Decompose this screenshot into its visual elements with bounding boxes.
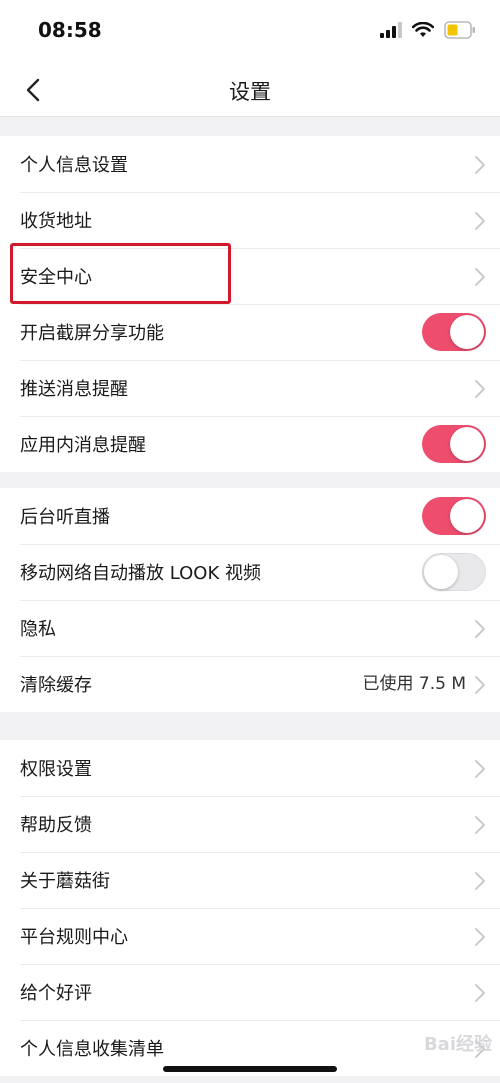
item-label: 移动网络自动播放 LOOK 视频	[20, 563, 261, 584]
chevron-right-icon	[475, 676, 485, 694]
chevron-right-icon	[475, 984, 485, 1002]
item-label: 隐私	[20, 619, 56, 640]
item-label: 个人信息设置	[20, 155, 128, 176]
help-feedback-item[interactable]: 帮助反馈	[0, 796, 500, 852]
chevron-right-icon	[475, 928, 485, 946]
item-label: 权限设置	[20, 759, 92, 780]
page-title: 设置	[229, 80, 271, 104]
item-label: 后台听直播	[20, 507, 110, 528]
push-notification-item[interactable]: 推送消息提醒	[0, 360, 500, 416]
status-bar: 08:58	[0, 0, 500, 64]
background-live-toggle[interactable]	[422, 497, 486, 535]
toggle-knob	[450, 499, 484, 533]
toggle-knob	[450, 315, 484, 349]
toggle-knob	[424, 555, 458, 589]
item-label: 个人信息收集清单	[20, 1039, 164, 1060]
about-item[interactable]: 关于蘑菇街	[0, 852, 500, 908]
watermark: Bai经验	[423, 1034, 492, 1055]
autoplay-look-video-toggle[interactable]	[422, 553, 486, 591]
item-label: 开启截屏分享功能	[20, 323, 164, 344]
status-icons	[380, 18, 476, 42]
platform-rules-item[interactable]: 平台规则中心	[0, 908, 500, 964]
item-label: 关于蘑菇街	[20, 871, 110, 892]
cellular-signal-icon	[380, 22, 402, 38]
chevron-right-icon	[475, 872, 485, 890]
settings-group-media: 后台听直播 移动网络自动播放 LOOK 视频 隐私 清除缓存 已使用 7.5 M	[0, 488, 500, 712]
item-label: 平台规则中心	[20, 927, 128, 948]
background-live-item: 后台听直播	[0, 488, 500, 544]
status-time: 08:58	[38, 18, 102, 42]
rate-app-item[interactable]: 给个好评	[0, 964, 500, 1020]
item-label: 收货地址	[20, 211, 92, 232]
chevron-right-icon	[475, 620, 485, 638]
chevron-right-icon	[475, 380, 485, 398]
item-label: 清除缓存	[20, 675, 92, 696]
item-label: 应用内消息提醒	[20, 435, 146, 456]
screenshot-share-toggle[interactable]	[422, 313, 486, 351]
chevron-right-icon	[475, 816, 485, 834]
clear-cache-item[interactable]: 清除缓存 已使用 7.5 M	[0, 656, 500, 712]
toggle-knob	[450, 427, 484, 461]
privacy-item[interactable]: 隐私	[0, 600, 500, 656]
security-center-item[interactable]: 安全中心	[0, 248, 500, 304]
autoplay-look-video-item: 移动网络自动播放 LOOK 视频	[0, 544, 500, 600]
chevron-right-icon	[475, 156, 485, 174]
screenshot-share-item: 开启截屏分享功能	[0, 304, 500, 360]
home-indicator	[163, 1066, 337, 1072]
settings-group-general: 个人信息设置 收货地址 安全中心 开启截屏分享功能 推送消息提醒 应用内消息提醒	[0, 136, 500, 472]
chevron-right-icon	[475, 212, 485, 230]
settings-group-about: 权限设置 帮助反馈 关于蘑菇街 平台规则中心 给个好评 个人信息收集清单	[0, 740, 500, 1076]
in-app-message-item: 应用内消息提醒	[0, 416, 500, 472]
cache-size-value: 已使用 7.5 M	[362, 674, 466, 694]
item-label: 帮助反馈	[20, 815, 92, 836]
permission-settings-item[interactable]: 权限设置	[0, 740, 500, 796]
chevron-right-icon	[475, 268, 485, 286]
personal-info-settings-item[interactable]: 个人信息设置	[0, 136, 500, 192]
item-label: 给个好评	[20, 983, 92, 1004]
battery-icon	[444, 21, 475, 39]
item-label: 安全中心	[20, 267, 92, 288]
in-app-message-toggle[interactable]	[422, 425, 486, 463]
nav-bar: 设置	[0, 64, 500, 117]
item-label: 推送消息提醒	[20, 379, 128, 400]
wifi-icon	[412, 22, 434, 37]
shipping-address-item[interactable]: 收货地址	[0, 192, 500, 248]
chevron-right-icon	[475, 760, 485, 778]
